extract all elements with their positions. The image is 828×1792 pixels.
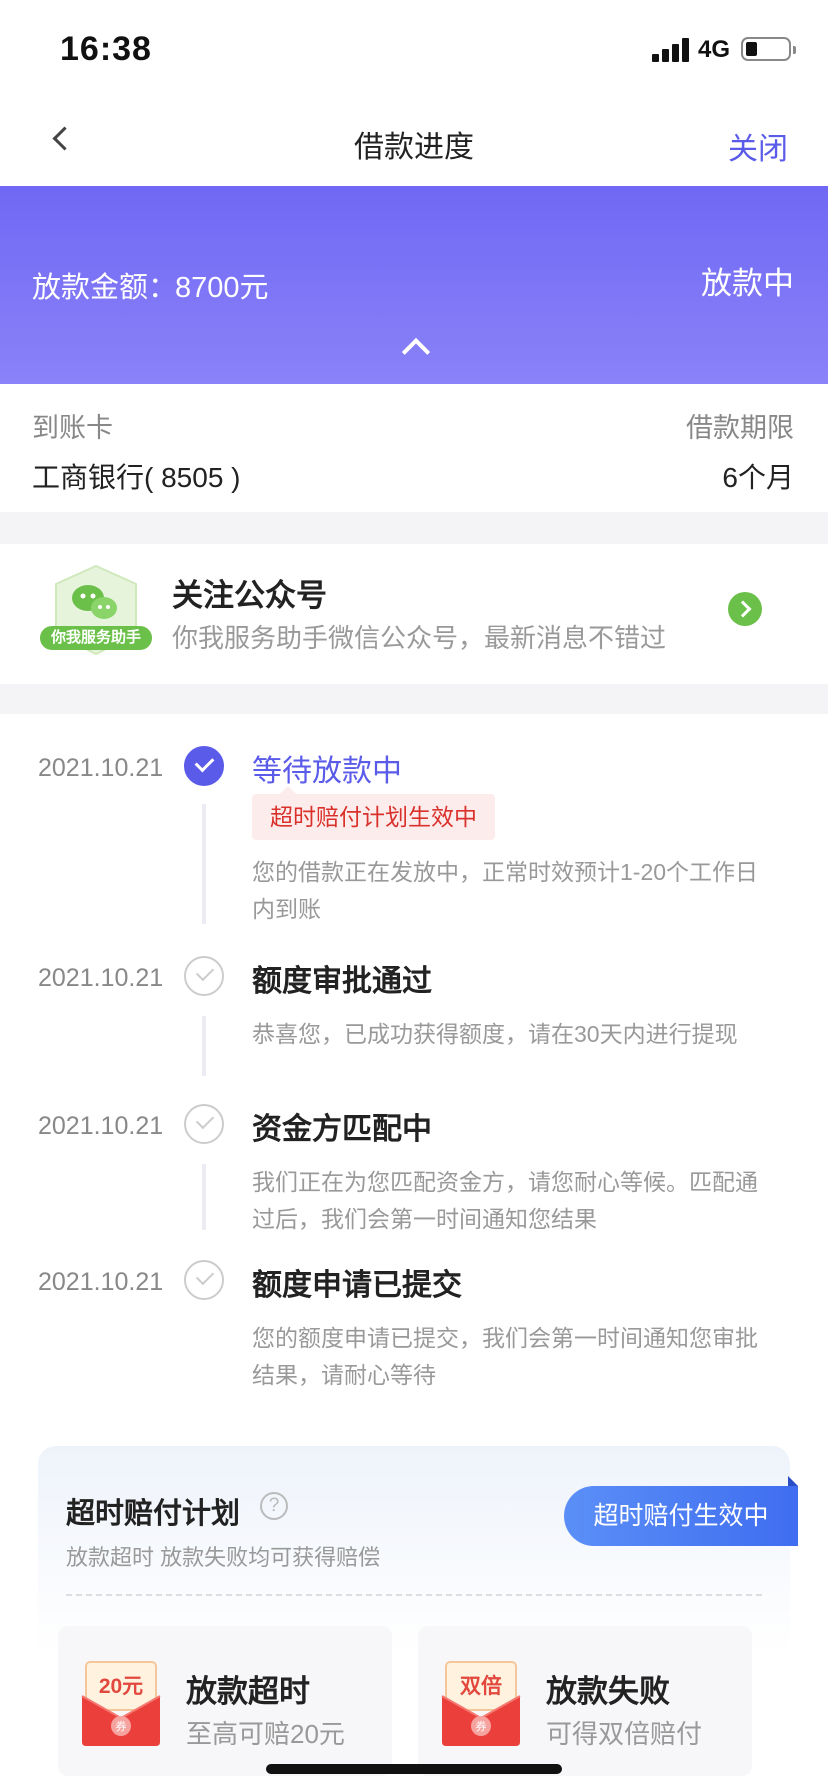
envelope-value: 双倍 <box>460 1675 502 1698</box>
page-title: 借款进度 <box>354 131 474 164</box>
timeline-title: 额度申请已提交 <box>252 1269 462 1302</box>
compensation-timeout-card: 20元 券 放款超时 至高可赔20元 <box>58 1626 392 1776</box>
signal-icon <box>652 38 692 62</box>
follow-account-banner[interactable]: 你我服务助手 关注公众号 你我服务助手微信公众号，最新消息不错过 <box>0 544 828 684</box>
term-label: 借款期限 <box>686 413 794 443</box>
timeline-desc-line: 您的额度申请已提交，我们会第一时间通知您审批 <box>252 1325 758 1351</box>
card-title: 放款超时 <box>186 1674 310 1709</box>
loan-summary-banner: 放款金额： 8700元 放款中 <box>0 186 828 384</box>
compensation-subtitle: 放款超时 放款失败均可获得赔偿 <box>66 1545 381 1570</box>
compensation-title: 超时赔付计划 <box>66 1498 241 1530</box>
nav-bar: 借款进度 关闭 <box>0 96 828 186</box>
assistant-badge: 你我服务助手 <box>50 629 141 646</box>
wechat-assistant-logo <box>40 564 152 656</box>
compensation-plan-card: 超时赔付计划 ? 放款超时 放款失败均可获得赔偿 超时赔付生效中 20元 券 放… <box>38 1446 798 1792</box>
timeline-desc-line: 过后，我们会第一时间通知您结果 <box>252 1206 597 1232</box>
envelope-value: 20元 <box>98 1675 144 1698</box>
follow-subtitle: 你我服务助手微信公众号，最新消息不错过 <box>172 623 667 653</box>
check-circle-icon <box>184 1260 224 1300</box>
card-label: 到账卡 <box>32 413 113 443</box>
card-title: 放款失败 <box>546 1674 670 1709</box>
follow-title: 关注公众号 <box>172 578 327 613</box>
timeline-date: 2021.10.21 <box>38 1268 164 1296</box>
close-button[interactable]: 关闭 <box>728 124 788 168</box>
check-circle-icon <box>184 956 224 996</box>
timeline-date: 2021.10.21 <box>38 1112 164 1140</box>
timeline-desc-line: 您的借款正在发放中，正常时效预计1-20个工作日 <box>252 859 759 885</box>
compensation-active-badge: 超时赔付生效中 <box>564 1476 798 1546</box>
amount-value: 8700元 <box>175 272 269 304</box>
battery-icon <box>741 37 796 61</box>
card-subtitle: 至高可赔20元 <box>186 1719 345 1749</box>
card-info-section: 到账卡 借款期限 工商银行( 8505 ) 6个月 <box>0 384 828 512</box>
red-envelope-icon: 20元 券 <box>80 1656 162 1748</box>
network-type: 4G <box>698 36 731 63</box>
status-time: 16:38 <box>60 30 152 68</box>
timeline-title: 额度审批通过 <box>252 965 432 998</box>
timeline-desc-line: 恭喜您，已成功获得额度，请在30天内进行提现 <box>252 1021 738 1047</box>
term-value: 6个月 <box>722 462 794 493</box>
timeline-date: 2021.10.21 <box>38 964 164 992</box>
timeline-title: 等待放款中 <box>252 755 402 788</box>
compensation-tag: 超时赔付计划生效中 <box>252 786 495 840</box>
chevron-right-icon[interactable] <box>728 592 762 626</box>
timeline-desc: 您的额度申请已提交，我们会第一时间通知您审批 结果，请耐心等待 <box>252 1320 800 1394</box>
timeline-connector <box>202 1016 206 1076</box>
red-envelope-icon: 双倍 券 <box>440 1656 522 1748</box>
card-subtitle: 可得双倍赔付 <box>546 1719 703 1749</box>
timeline-desc-line: 结果，请耐心等待 <box>252 1362 436 1388</box>
amount-label: 放款金额： <box>32 272 178 304</box>
divider <box>66 1594 762 1596</box>
check-circle-icon <box>184 1104 224 1144</box>
help-icon[interactable]: ? <box>260 1492 288 1520</box>
chevron-up-icon[interactable] <box>400 334 428 362</box>
timeline-connector <box>202 1164 206 1230</box>
timeline-date: 2021.10.21 <box>38 754 164 782</box>
compensation-failure-card: 双倍 券 放款失败 可得双倍赔付 <box>418 1626 752 1776</box>
timeline-desc: 您的借款正在发放中，正常时效预计1-20个工作日 内到账 <box>252 854 800 928</box>
coupon-label: 券 <box>115 1721 127 1733</box>
status-bar: 16:38 4G <box>0 0 828 96</box>
check-circle-icon <box>184 746 224 786</box>
coupon-label: 券 <box>475 1721 487 1733</box>
timeline-desc: 恭喜您，已成功获得额度，请在30天内进行提现 <box>252 1016 800 1053</box>
timeline-connector <box>202 804 206 924</box>
timeline-desc-line: 我们正在为您匹配资金方，请您耐心等候。匹配通 <box>252 1169 758 1195</box>
timeline-desc: 我们正在为您匹配资金方，请您耐心等候。匹配通 过后，我们会第一时间通知您结果 <box>252 1164 800 1238</box>
home-indicator[interactable] <box>266 1764 562 1774</box>
timeline-title: 资金方匹配中 <box>252 1113 432 1146</box>
card-value: 工商银行( 8505 ) <box>32 462 241 493</box>
timeline-desc-line: 内到账 <box>252 896 321 922</box>
loan-status: 放款中 <box>701 266 794 301</box>
